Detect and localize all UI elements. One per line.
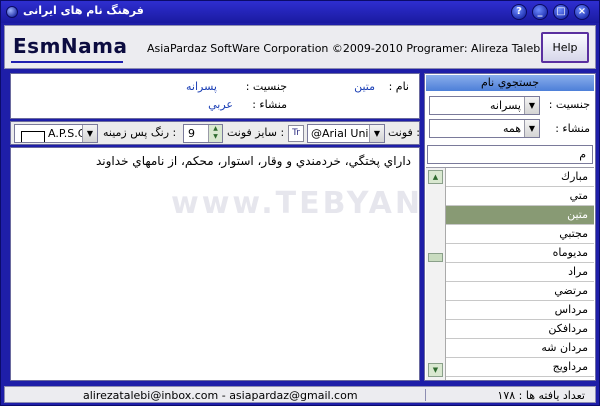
- font-size-stepper[interactable]: 9 ▲ ▼: [183, 124, 223, 143]
- scroll-down-icon[interactable]: ▼: [428, 363, 443, 377]
- font-label: فونت :: [388, 126, 421, 139]
- list-item[interactable]: مردافكن: [446, 320, 594, 339]
- help-title-button[interactable]: ?: [511, 4, 527, 20]
- chevron-down-icon[interactable]: ▼: [369, 125, 384, 142]
- scroll-thumb[interactable]: [428, 253, 443, 262]
- search-input[interactable]: م: [427, 145, 593, 164]
- results-count-label: تعداد يافته ها :: [518, 389, 585, 402]
- name-label: نام :: [388, 80, 409, 93]
- title-bar[interactable]: فرهنگ نام های ايرانی ? _ □ ×: [1, 1, 599, 23]
- app-window: فرهنگ نام های ايرانی ? _ □ × EsmNama Asi…: [0, 0, 600, 406]
- close-button[interactable]: ×: [574, 4, 590, 20]
- meaning-text: داراي پختگي، خردمندي و وقار، استوار، محك…: [96, 154, 411, 168]
- search-origin-label: منشاء :: [555, 122, 590, 135]
- app-icon[interactable]: [6, 6, 18, 18]
- results-count: تعداد يافته ها : ١٧٨: [497, 389, 585, 402]
- name-info-panel: نام : متين جنسيت : پسرانه منشاء : عربي: [10, 73, 420, 119]
- search-gender-label: جنسيت :: [548, 98, 590, 111]
- maximize-button[interactable]: □: [553, 4, 569, 20]
- font-size-label: سايز فونت :: [227, 126, 285, 139]
- list-item[interactable]: مرداس: [446, 301, 594, 320]
- results-list: ▲ ▼ مبارك متي متين مجتبي مديوماه مراد مرتضي مرد…: [426, 167, 594, 380]
- description-area[interactable]: داراي پختگي، خردمندي و وقار، استوار، محك…: [10, 147, 420, 381]
- bgcolor-select[interactable]: A.P.S.Color ▼: [14, 124, 98, 143]
- list-item[interactable]: مرتضي: [446, 282, 594, 301]
- bgcolor-label: رنگ پس زمينه :: [103, 126, 177, 139]
- display-toolbar: A.P.S.Color ▼ رنگ پس زمينه : 9 ▲▼ سايز ف…: [10, 121, 420, 145]
- font-file-icon: Tr: [288, 125, 304, 142]
- search-origin-select[interactable]: همه ▼: [429, 119, 540, 138]
- search-query: م: [579, 148, 586, 161]
- help-button[interactable]: Help: [541, 32, 589, 63]
- minimize-button[interactable]: _: [532, 4, 548, 20]
- header-band: EsmNama AsiaPardaz SoftWare Corporation …: [4, 25, 596, 69]
- chevron-down-icon[interactable]: ▼: [82, 125, 97, 142]
- status-bar: alirezatalebi@inbox.com - asiapardaz@gma…: [4, 386, 596, 403]
- font-size-value: 9: [188, 127, 195, 140]
- origin-label: منشاء :: [252, 98, 287, 111]
- list-item[interactable]: مردان شه: [446, 339, 594, 358]
- list-item[interactable]: متي: [446, 187, 594, 206]
- contact-emails: alirezatalebi@inbox.com - asiapardaz@gma…: [83, 389, 358, 402]
- search-panel: جستجوي نام جنسيت : پسرانه ▼ منشاء : همه …: [424, 73, 596, 381]
- list-item[interactable]: مبارك: [446, 168, 594, 187]
- search-origin-value: همه: [502, 122, 521, 135]
- gender-label: جنسيت :: [245, 80, 287, 93]
- results-scrollbar[interactable]: ▲ ▼: [426, 168, 446, 380]
- credits-text: AsiaPardaz SoftWare Corporation ©2009-20…: [147, 42, 544, 55]
- scroll-up-icon[interactable]: ▲: [428, 170, 443, 184]
- search-header[interactable]: جستجوي نام: [426, 75, 594, 91]
- chevron-down-icon[interactable]: ▼: [524, 97, 539, 114]
- search-gender-value: پسرانه: [490, 99, 521, 112]
- name-value: متين: [354, 80, 375, 93]
- search-gender-select[interactable]: پسرانه ▼: [429, 96, 540, 115]
- window-title: فرهنگ نام های ايرانی: [23, 4, 144, 17]
- origin-value: عربي: [208, 98, 233, 111]
- logo-underline: [11, 61, 123, 63]
- status-divider: [425, 389, 426, 401]
- chevron-down-icon[interactable]: ▼: [524, 120, 539, 137]
- color-swatch: [21, 131, 45, 142]
- app-logo: EsmNama: [13, 34, 128, 58]
- results-count-value: ١٧٨: [497, 389, 516, 402]
- spin-arrows-icon[interactable]: ▲ ▼: [208, 125, 222, 142]
- list-item[interactable]: مراد: [446, 263, 594, 282]
- list-item[interactable]: متين: [446, 206, 594, 225]
- font-select[interactable]: @Arial Unicode ▼: [307, 124, 385, 143]
- results-items: مبارك متي متين مجتبي مديوماه مراد مرتضي مرداس مر…: [446, 168, 594, 380]
- list-item[interactable]: مديوماه: [446, 244, 594, 263]
- gender-value: پسرانه: [186, 80, 217, 93]
- list-item[interactable]: مجتبي: [446, 225, 594, 244]
- list-item[interactable]: مرداويج: [446, 358, 594, 377]
